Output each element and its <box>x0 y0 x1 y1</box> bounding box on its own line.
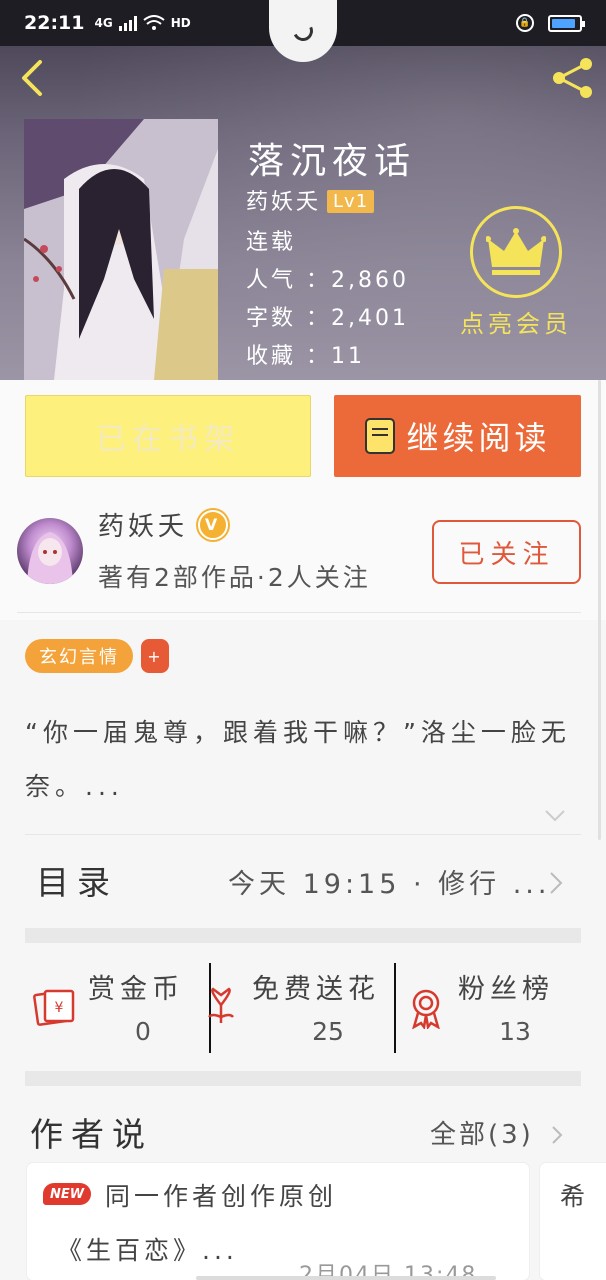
verified-badge-icon: V <box>198 509 229 540</box>
author-section: 药妖夭 V 著有2部作品·2人关注 已关注 <box>0 490 606 620</box>
divider <box>394 963 396 1053</box>
follow-button[interactable]: 已关注 <box>432 520 581 584</box>
catalog-row[interactable]: 目录 今天 19:15 · 修行 ... <box>0 836 606 928</box>
share-icon[interactable] <box>550 56 596 100</box>
svg-text:¥: ¥ <box>55 1000 64 1016</box>
author-note-card[interactable]: 希 <box>540 1163 606 1280</box>
latest-chapter: 今天 19:15 · 修行 ... <box>228 869 551 900</box>
hd-indicator: HD <box>170 16 191 30</box>
action-bar: 已在书架 继续阅读 <box>0 380 606 490</box>
divider <box>17 612 581 613</box>
rotation-lock-icon: 🔒 <box>516 14 534 32</box>
battery-icon <box>548 14 585 32</box>
popularity-line: 人气 ：2,860 <box>246 268 409 293</box>
word-count-line: 字数 ：2,401 <box>246 306 409 331</box>
favorites-line: 收藏 ：11 <box>246 344 366 369</box>
section-separator <box>25 928 581 943</box>
vip-membership-button[interactable]: 点亮会员 <box>446 206 586 339</box>
book-cover-image[interactable] <box>24 119 218 380</box>
expand-chevron-down-icon[interactable] <box>544 808 566 824</box>
level-badge: Lv1 <box>327 190 375 213</box>
horizontal-scroll-indicator <box>196 1276 496 1280</box>
status-icons: 4G HD <box>94 15 191 31</box>
tag-list: 玄幻言情 + <box>25 639 169 673</box>
continue-reading-button[interactable]: 继续阅读 <box>334 395 581 477</box>
flower-icon <box>208 987 234 1023</box>
fan-ranking-label[interactable]: 粉丝榜 <box>458 967 554 1006</box>
note-title-continued: 《生百恋》... <box>57 1236 238 1265</box>
free-flower-value: 25 <box>312 1017 344 1046</box>
loading-spinner-icon <box>290 18 316 44</box>
author-note-card[interactable]: NEW 同一作者创作原创 《生百恋》... 2月04日 13:48 <box>27 1163 529 1280</box>
fan-ranking-value: 13 <box>499 1017 531 1046</box>
add-tag-button[interactable]: + <box>141 639 169 673</box>
medal-icon <box>412 989 440 1029</box>
book-description: “你一届鬼尊，跟着我干嘛？”洛尘一脸无奈。... <box>25 718 571 801</box>
book-title: 落沉夜话 <box>248 141 417 182</box>
word-count-value: 2,401 <box>331 306 409 331</box>
book-icon <box>365 418 396 454</box>
book-status: 连载 <box>246 230 297 255</box>
chevron-right-icon[interactable] <box>550 1124 564 1146</box>
back-arrow-icon[interactable] <box>14 58 54 98</box>
section-separator <box>25 1071 581 1086</box>
reward-coins-label[interactable]: 赏金币 <box>88 967 184 1006</box>
popularity-value: 2,860 <box>331 268 409 293</box>
author-avatar[interactable] <box>17 518 83 584</box>
continue-reading-label: 继续阅读 <box>406 419 551 457</box>
vertical-scrollbar[interactable] <box>598 380 601 840</box>
book-author[interactable]: 药妖夭 <box>246 190 321 215</box>
popularity-label: 人气 <box>246 268 297 293</box>
author-says-title: 作者说 <box>30 1115 153 1154</box>
signal-icon <box>118 15 137 31</box>
author-stats: 著有2部作品·2人关注 <box>98 563 371 592</box>
author-name-row: 药妖夭 V <box>98 506 229 543</box>
catalog-title: 目录 <box>36 863 118 902</box>
wifi-icon <box>143 15 165 30</box>
free-flower-label[interactable]: 免费送花 <box>252 967 380 1006</box>
favorites-label: 收藏 <box>246 344 297 369</box>
new-badge: NEW <box>43 1183 91 1205</box>
author-says-all-link[interactable]: 全部(3) <box>430 1114 534 1151</box>
word-count-label: 字数 <box>246 306 297 331</box>
reward-coins-value: 0 <box>135 1017 151 1046</box>
crown-icon <box>470 206 562 298</box>
author-name[interactable]: 药妖夭 <box>98 506 188 543</box>
network-type: 4G <box>94 16 113 30</box>
note-title: 希 <box>560 1182 586 1211</box>
book-author-line: 药妖夭 Lv1 <box>246 184 375 216</box>
tag-item[interactable]: 玄幻言情 <box>25 639 133 673</box>
favorites-value: 11 <box>331 344 366 369</box>
red-envelope-coin-icon: ¥ <box>33 989 75 1026</box>
vip-label: 点亮会员 <box>460 310 572 338</box>
cover-illustration <box>24 119 218 380</box>
chevron-right-icon <box>550 872 563 894</box>
status-right: 🔒 <box>516 14 585 32</box>
status-time: 22:11 <box>24 12 85 34</box>
on-bookshelf-button[interactable]: 已在书架 <box>25 395 311 477</box>
divider <box>25 834 581 835</box>
note-title: 同一作者创作原创 <box>105 1182 338 1211</box>
rewards-row: ¥ 赏金币 0 免费送花 25 粉丝榜 13 <box>0 943 606 1071</box>
